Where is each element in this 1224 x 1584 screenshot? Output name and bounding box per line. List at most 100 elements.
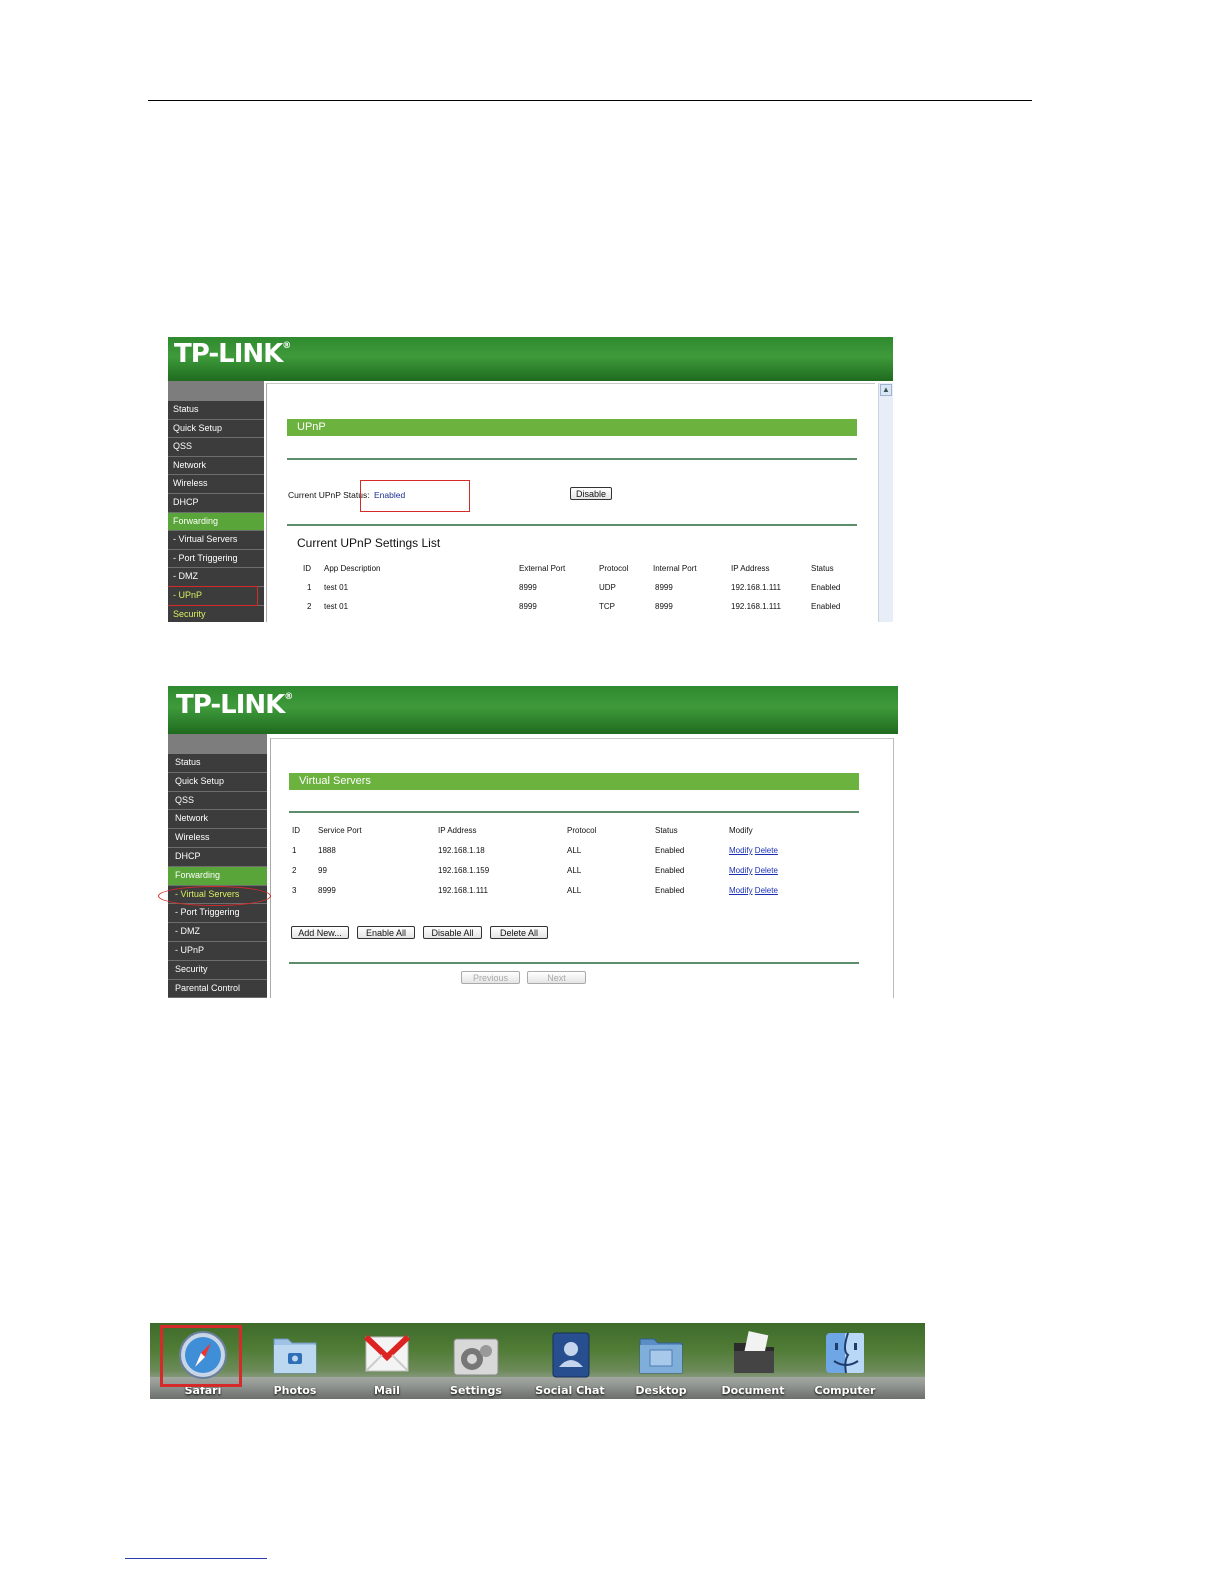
upnp-screenshot: TP-LINK® Status Quick Setup QSS Network … <box>168 337 893 622</box>
table-cell: Enabled <box>811 602 841 611</box>
sidebar-item-security[interactable]: Security <box>168 960 267 980</box>
sidebar-item-dmz[interactable]: - DMZ <box>168 568 264 587</box>
table-cell: 2 <box>307 602 312 611</box>
sidebar-item-dmz[interactable]: - DMZ <box>168 923 267 942</box>
table-cell: UDP <box>599 583 616 592</box>
sidebar-item-wireless[interactable]: Wireless <box>168 475 264 494</box>
table-cell: 192.168.1.111 <box>731 583 781 592</box>
table-cell: 1 <box>292 846 297 855</box>
upnp-menu-highlight <box>168 586 258 606</box>
dock-item-social-chat[interactable]: Social Chat <box>530 1323 610 1399</box>
col-id: ID <box>292 826 300 835</box>
table-cell: test 01 <box>324 583 349 592</box>
contacts-book-icon <box>552 1332 590 1378</box>
row-actions: Modify Delete <box>729 886 778 895</box>
table-cell: 192.168.1.111 <box>438 886 488 895</box>
table-cell: Enabled <box>811 583 841 592</box>
settings-gear-icon <box>453 1338 499 1376</box>
table-cell: 1 <box>307 583 312 592</box>
previous-button[interactable]: Previous <box>461 971 520 984</box>
tplink-banner: TP-LINK® <box>168 686 898 734</box>
sidebar-item-qss[interactable]: QSS <box>168 791 267 811</box>
modify-link[interactable]: Modify <box>729 886 753 895</box>
photos-folder-icon <box>273 1338 317 1374</box>
sidebar-item-dhcp[interactable]: DHCP <box>168 493 264 513</box>
enable-all-button[interactable]: Enable All <box>357 926 415 939</box>
col-modify: Modify <box>729 826 753 835</box>
col-id: ID <box>303 564 311 573</box>
dock-label-desktop: Desktop <box>635 1384 687 1397</box>
sidebar-item-dhcp[interactable]: DHCP <box>168 847 267 867</box>
virtual-servers-screenshot: TP-LINK® Status Quick Setup QSS Network … <box>168 686 898 998</box>
table-cell: ALL <box>567 886 582 895</box>
footnote-rule <box>125 1558 267 1559</box>
sidebar-item-forwarding[interactable]: Forwarding <box>168 512 264 532</box>
sidebar-item-quick-setup[interactable]: Quick Setup <box>168 419 264 439</box>
table-cell: 8999 <box>519 602 537 611</box>
gmail-envelope-icon <box>363 1334 411 1372</box>
scroll-up-icon[interactable]: ▲ <box>880 384 892 396</box>
col-ip-address: IP Address <box>731 564 770 573</box>
col-internal-port: Internal Port <box>653 564 697 573</box>
sidebar-item-security[interactable]: Security <box>168 605 264 622</box>
upnp-content: UPnP Current UPnP Status: Enabled Disabl… <box>266 383 875 622</box>
next-button[interactable]: Next <box>527 971 586 984</box>
tplink-logo: TP-LINK® <box>176 690 293 720</box>
dock-item-photos[interactable]: Photos <box>255 1323 335 1399</box>
sidebar-item-port-triggering[interactable]: - Port Triggering <box>168 549 264 569</box>
delete-all-button[interactable]: Delete All <box>490 926 548 939</box>
table-cell: TCP <box>599 602 615 611</box>
sidebar-item-port-triggering[interactable]: - Port Triggering <box>168 904 267 924</box>
sidebar-item-qss[interactable]: QSS <box>168 438 264 457</box>
upnp-status-value: Enabled <box>374 490 406 500</box>
virtual-servers-highlight <box>158 886 271 906</box>
dock-item-computer[interactable]: Computer <box>805 1323 885 1399</box>
dock-item-document[interactable]: Document <box>713 1323 793 1399</box>
table-cell: 1888 <box>318 846 336 855</box>
finder-face-icon <box>826 1332 864 1374</box>
dock-item-settings[interactable]: Settings <box>436 1323 516 1399</box>
modify-link[interactable]: Modify <box>729 846 753 855</box>
tplink-logo: TP-LINK® <box>174 339 291 369</box>
table-cell: ALL <box>567 846 582 855</box>
col-protocol: Protocol <box>567 826 597 835</box>
sidebar-item-forwarding[interactable]: Forwarding <box>168 866 267 886</box>
disable-button[interactable]: Disable <box>570 487 612 500</box>
sidebar-item-wireless[interactable]: Wireless <box>168 829 267 848</box>
table-cell: test 01 <box>324 602 349 611</box>
col-app-description: App Description <box>324 564 381 573</box>
disable-all-button[interactable]: Disable All <box>423 926 482 939</box>
modify-link[interactable]: Modify <box>729 866 753 875</box>
table-cell: 8999 <box>655 583 673 592</box>
table-cell: Enabled <box>655 886 685 895</box>
table-cell: 8999 <box>318 886 336 895</box>
add-new-button[interactable]: Add New... <box>291 926 349 939</box>
table-cell: 8999 <box>655 602 673 611</box>
sidebar-item-network[interactable]: Network <box>168 456 264 476</box>
sidebar-item-status[interactable]: Status <box>168 754 267 773</box>
sidebar-item-upnp[interactable]: - UPnP <box>168 941 267 961</box>
table-cell: Enabled <box>655 846 685 855</box>
sidebar-item-parental-control[interactable]: Parental Control <box>168 979 267 998</box>
delete-link[interactable]: Delete <box>755 866 778 875</box>
virtual-servers-content: Virtual Servers ID Service Port IP Addre… <box>270 738 894 998</box>
col-protocol: Protocol <box>599 564 629 573</box>
table-cell: 8999 <box>519 583 537 592</box>
delete-link[interactable]: Delete <box>755 846 778 855</box>
dock-label-document: Document <box>721 1384 785 1397</box>
dock-item-mail[interactable]: Mail <box>347 1323 427 1399</box>
sidebar-item-status[interactable]: Status <box>168 401 264 420</box>
router-sidebar: Status Quick Setup QSS Network Wireless … <box>168 734 267 998</box>
sidebar-item-network[interactable]: Network <box>168 810 267 830</box>
page-top-rule <box>148 100 1032 101</box>
dock-item-desktop[interactable]: Desktop <box>621 1323 701 1399</box>
row-actions: Modify Delete <box>729 846 778 855</box>
dock-label-mail: Mail <box>374 1384 400 1397</box>
desktop-folder-icon <box>639 1338 683 1374</box>
delete-link[interactable]: Delete <box>755 886 778 895</box>
sidebar-item-quick-setup[interactable]: Quick Setup <box>168 772 267 792</box>
table-cell: 192.168.1.159 <box>438 866 490 875</box>
section-title: UPnP <box>287 419 857 436</box>
vertical-scrollbar[interactable]: ▲ <box>878 383 893 622</box>
sidebar-item-virtual-servers[interactable]: - Virtual Servers <box>168 531 264 550</box>
